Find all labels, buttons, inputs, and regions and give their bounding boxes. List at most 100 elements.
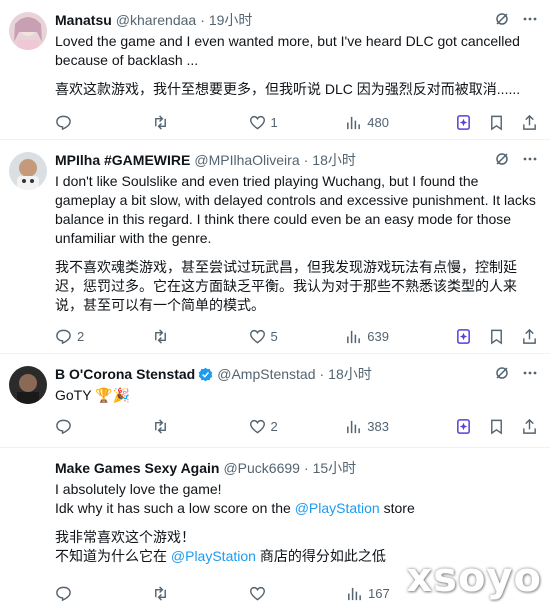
post[interactable]: MPIlha #GAMEWIRE @MPIlhaOliveira · 18小时 … [0,140,550,354]
retweet-button[interactable] [152,328,249,345]
retweet-icon [154,418,166,434]
grok-icon[interactable] [494,151,510,167]
post-text-zh: 喜欢这款游戏，我什至想要更多，但我听说 DLC 因为强烈反对而被取消...... [55,81,521,97]
share-icon[interactable] [521,114,538,131]
post-header-actions [494,151,538,167]
post-text-zh: 我不喜欢魂类游戏，甚至尝试过玩武昌，但我发现游戏玩法有点慢，控制延迟，惩罚过多。… [55,259,517,313]
post-text-en-line2: Idk why it has such a low score on the @… [55,499,538,518]
heart-icon [249,419,265,434]
text-span: 不知道为什么它在 [55,548,171,564]
view-count: 480 [367,114,389,130]
retweet-button[interactable] [152,114,249,131]
separator-dot: · [200,12,205,28]
bookmark-icon[interactable] [488,114,505,131]
avatar[interactable] [9,366,47,404]
action-bar: 2 5 639 [55,319,538,353]
views-button[interactable]: 383 [345,418,455,435]
post[interactable]: B O'Corona Stenstad @AmpStenstad · 18小时 … [0,354,550,448]
heart-icon [249,329,265,344]
text-span: store [379,500,415,516]
post-time[interactable]: 18小时 [312,150,356,170]
author-handle[interactable]: @AmpStenstad [217,366,315,382]
reply-icon [56,329,71,344]
view-count: 167 [368,585,390,601]
retweet-icon [154,328,166,344]
reply-icon [56,419,71,434]
post-text-en: Loved the game and I even wanted more, b… [55,33,520,68]
author-handle[interactable]: @kharendaa [116,12,196,28]
post-text: GoTY 🏆🎉 [55,386,538,405]
author-handle[interactable]: @MPIlhaOliveira [194,152,299,168]
like-count: 5 [270,328,278,344]
grok-explain-icon[interactable] [455,328,472,345]
separator-dot: · [303,152,309,168]
share-icon[interactable] [521,418,538,435]
author-name[interactable]: Manatsu [55,12,112,28]
share-icon[interactable] [521,328,538,345]
verified-badge-icon [198,367,213,381]
reply-icon [56,586,71,601]
reply-button[interactable] [55,114,152,131]
views-icon [347,330,361,343]
reply-button[interactable]: 2 [55,328,152,345]
post-header-actions [494,11,538,27]
post-text: Loved the game and I even wanted more, b… [55,32,538,99]
post-text-en: I don't like Soulslike and even tried pl… [55,173,536,246]
grok-icon[interactable] [494,11,510,27]
view-count: 639 [367,328,389,344]
views-button[interactable]: 639 [345,328,455,345]
mention-link[interactable]: @PlayStation [171,548,256,564]
post-text-en: GoTY 🏆🎉 [55,387,131,403]
retweet-button[interactable] [152,585,249,602]
like-button[interactable]: 2 [249,418,346,435]
avatar[interactable] [9,12,47,50]
post-header: Manatsu @kharendaa · 19小时 [55,10,538,30]
author-name[interactable]: Make Games Sexy Again [55,460,219,476]
separator-dot: · [319,366,325,382]
post-text: I absolutely love the game! Idk why it h… [55,480,538,566]
retweet-button[interactable] [152,418,249,435]
timeline: Manatsu @kharendaa · 19小时 Loved the game… [0,0,550,611]
text-span: Idk why it has such a low score on the [55,500,295,516]
post-time[interactable]: 19小时 [209,10,253,30]
action-bar: 2 383 [55,409,538,443]
author-name[interactable]: B O'Corona Stenstad [55,366,195,382]
reply-button[interactable] [55,418,152,435]
bookmark-icon[interactable] [488,328,505,345]
like-count: 1 [270,114,278,130]
post-text: I don't like Soulslike and even tried pl… [55,172,538,315]
post-time[interactable]: 15小时 [313,458,357,478]
watermark: xsoyo [406,555,542,601]
heart-icon [249,115,265,130]
like-button[interactable] [249,585,346,602]
post[interactable]: Manatsu @kharendaa · 19小时 Loved the game… [0,0,550,140]
retweet-icon [155,585,166,601]
more-options-icon[interactable] [522,365,538,381]
more-options-icon[interactable] [522,11,538,27]
views-icon [347,116,361,129]
action-bar: 1 480 [55,105,538,139]
grok-explain-icon[interactable] [455,418,472,435]
like-button[interactable]: 1 [249,114,346,131]
separator-dot: · [303,460,309,476]
author-name[interactable]: MPIlha #GAMEWIRE [55,152,190,168]
mention-link[interactable]: @PlayStation [295,500,380,516]
views-icon [348,587,361,600]
post-header: B O'Corona Stenstad @AmpStenstad · 18小时 [55,364,538,384]
views-icon [347,420,361,433]
more-options-icon[interactable] [522,151,538,167]
grok-icon[interactable] [494,365,510,381]
views-button[interactable]: 480 [345,114,455,131]
post-time[interactable]: 18小时 [328,364,372,384]
heart-icon [249,586,266,601]
like-button[interactable]: 5 [249,328,346,345]
post-header: Make Games Sexy Again @Puck6699 · 15小时 [55,458,538,478]
grok-explain-icon[interactable] [455,114,472,131]
post-header-actions [494,365,538,381]
post-header: MPIlha #GAMEWIRE @MPIlhaOliveira · 18小时 [55,150,538,170]
action-bar-right [455,328,538,345]
avatar[interactable] [9,152,47,190]
reply-button[interactable] [55,585,152,602]
author-handle[interactable]: @Puck6699 [223,460,299,476]
bookmark-icon[interactable] [488,418,505,435]
